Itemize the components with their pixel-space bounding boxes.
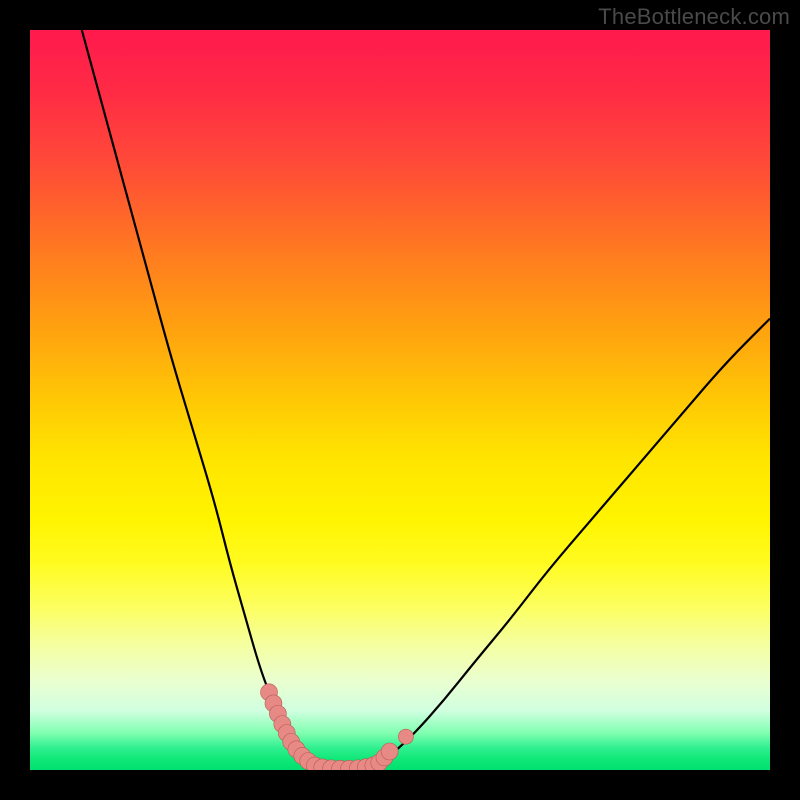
watermark-text: TheBottleneck.com xyxy=(598,4,790,30)
data-marker xyxy=(398,729,413,744)
left-branch-curve xyxy=(82,30,311,766)
plot-area xyxy=(30,30,770,770)
data-markers xyxy=(261,684,414,770)
data-marker xyxy=(381,743,398,760)
outer-frame: TheBottleneck.com xyxy=(0,0,800,800)
curves-svg xyxy=(30,30,770,770)
right-branch-curve xyxy=(378,319,770,764)
